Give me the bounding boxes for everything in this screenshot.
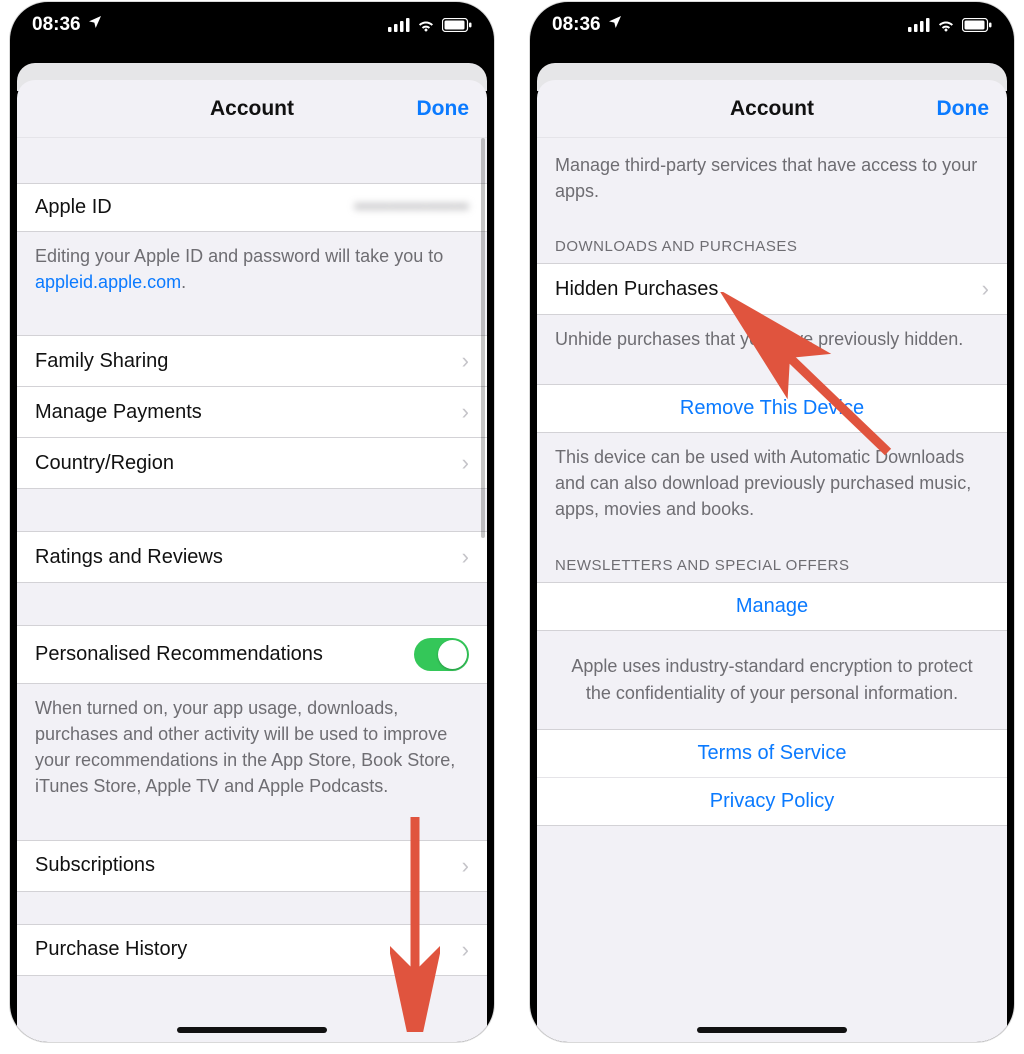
page-title: Account [730, 97, 814, 121]
status-bar: 08:36 [10, 2, 494, 48]
appleid-link[interactable]: appleid.apple.com [35, 272, 181, 292]
phone-left: 08:36 Account Done [10, 2, 494, 1042]
home-indicator[interactable] [697, 1027, 847, 1033]
spacer [537, 366, 1007, 384]
chevron-right-icon: › [462, 348, 469, 374]
encryption-note: Apple uses industry-standard encryption … [537, 631, 1007, 729]
scrollbar[interactable] [481, 138, 485, 538]
manage-payments-row[interactable]: Manage Payments › [17, 386, 487, 437]
hidden-footnote: Unhide purchases that you have previousl… [537, 315, 1007, 366]
row-label: Family Sharing [35, 350, 168, 373]
remove-footnote: This device can be used with Automatic D… [537, 433, 1007, 536]
status-time: 08:36 [32, 14, 81, 36]
done-button[interactable]: Done [417, 97, 470, 121]
footnote-text: Editing your Apple ID and password will … [35, 246, 443, 266]
navbar: Account Done [17, 80, 487, 138]
hidden-purchases-row[interactable]: Hidden Purchases › [537, 263, 1007, 315]
country-region-row[interactable]: Country/Region › [17, 437, 487, 489]
spacer [17, 489, 487, 531]
battery-icon [442, 18, 472, 32]
personalised-toggle[interactable] [414, 638, 469, 671]
chevron-right-icon: › [462, 853, 469, 879]
wifi-icon [936, 18, 956, 32]
newsletters-header: Newsletters and Special Offers [537, 537, 1007, 582]
account-sheet: Account Done Manage third-party services… [537, 80, 1007, 1042]
spacer [537, 826, 1007, 946]
chevron-right-icon: › [462, 544, 469, 570]
manage-newsletters-button[interactable]: Manage [537, 582, 1007, 631]
subscriptions-row[interactable]: Subscriptions › [17, 840, 487, 892]
apple-id-label: Apple ID [35, 196, 112, 219]
home-indicator[interactable] [177, 1027, 327, 1033]
downloads-header: Downloads and Purchases [537, 218, 1007, 263]
phone-right: 08:36 Account Done [530, 2, 1014, 1042]
chevron-right-icon: › [462, 450, 469, 476]
personalised-footnote: When turned on, your app usage, download… [17, 684, 487, 813]
row-label: Country/Region [35, 452, 174, 475]
ratings-reviews-row[interactable]: Ratings and Reviews › [17, 531, 487, 583]
status-bar: 08:36 [530, 2, 1014, 48]
wifi-icon [416, 18, 436, 32]
location-icon [87, 14, 103, 36]
spacer [17, 892, 487, 924]
privacy-link[interactable]: Privacy Policy [537, 778, 1007, 826]
row-label: Personalised Recommendations [35, 643, 323, 666]
top-footnote: Manage third-party services that have ac… [537, 138, 1007, 218]
navbar: Account Done [537, 80, 1007, 138]
chevron-right-icon: › [982, 276, 989, 302]
row-label: Ratings and Reviews [35, 546, 223, 569]
done-button[interactable]: Done [937, 97, 990, 121]
personalised-row[interactable]: Personalised Recommendations [17, 625, 487, 684]
row-label: Manage Payments [35, 401, 202, 424]
account-sheet: Account Done Apple ID •••••••••••••••• E… [17, 80, 487, 1042]
chevron-right-icon: › [462, 937, 469, 963]
battery-icon [962, 18, 992, 32]
chevron-right-icon: › [462, 399, 469, 425]
apple-id-value: •••••••••••••••• [355, 197, 469, 219]
location-icon [607, 14, 623, 36]
remove-device-button[interactable]: Remove This Device [537, 384, 1007, 433]
cellular-icon [388, 18, 410, 32]
row-label: Hidden Purchases [555, 278, 718, 301]
spacer [17, 138, 487, 183]
terms-link[interactable]: Terms of Service [537, 729, 1007, 778]
family-sharing-row[interactable]: Family Sharing › [17, 335, 487, 386]
footnote-text-end: . [181, 272, 186, 292]
status-time: 08:36 [552, 14, 601, 36]
purchase-history-row[interactable]: Purchase History › [17, 924, 487, 976]
spacer [17, 814, 487, 840]
spacer [17, 309, 487, 335]
cellular-icon [908, 18, 930, 32]
row-label: Subscriptions [35, 854, 155, 877]
spacer [17, 583, 487, 625]
apple-id-row[interactable]: Apple ID •••••••••••••••• [17, 183, 487, 232]
row-label: Purchase History [35, 938, 187, 961]
apple-id-footnote: Editing your Apple ID and password will … [17, 232, 487, 309]
page-title: Account [210, 97, 294, 121]
